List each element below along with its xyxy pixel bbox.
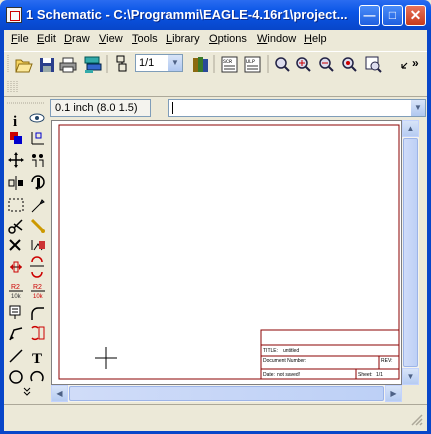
paste-icon[interactable] (30, 218, 45, 233)
gateswap-icon[interactable] (30, 256, 44, 278)
svg-text:ULP: ULP (246, 59, 255, 65)
more-tools-icon[interactable] (23, 387, 31, 396)
menu-edit[interactable]: Edit (37, 33, 56, 45)
redraw-icon[interactable] (342, 57, 357, 72)
zoom-in-icon[interactable] (296, 57, 311, 72)
svg-text:R2: R2 (33, 284, 42, 291)
drawing-frame (58, 124, 400, 380)
open-icon[interactable] (15, 59, 33, 73)
close-button[interactable]: ✕ (405, 5, 426, 26)
svg-text:R2: R2 (11, 284, 20, 291)
menu-draw[interactable]: Draw (64, 33, 90, 45)
save-icon[interactable] (40, 58, 54, 72)
toolbar-icons: SCR ULP (7, 55, 408, 73)
title-block-document-number-label: Document Number: (263, 358, 306, 364)
vertical-scrollbar[interactable]: ▲ ▼ (402, 120, 419, 385)
title-block-date-value: not saved! (277, 372, 300, 378)
invoke-icon[interactable] (31, 325, 45, 341)
add-icon[interactable] (31, 240, 45, 251)
zoom-fit-icon[interactable] (275, 57, 290, 72)
menu-bar: File Edit Draw View Tools Library Option… (4, 30, 427, 50)
scroll-up-button[interactable]: ▲ (402, 120, 419, 137)
sheet-icon[interactable] (116, 55, 127, 72)
menu-window[interactable]: Window (257, 33, 296, 45)
svg-text:10k: 10k (33, 294, 44, 300)
svg-text:10k: 10k (11, 294, 22, 300)
toolbar-overflow-icon[interactable]: » (412, 56, 419, 70)
title-block-title-label: TITLE: (263, 348, 278, 354)
miter-icon[interactable] (31, 307, 44, 320)
change-icon[interactable] (31, 199, 45, 213)
mark-icon[interactable] (31, 132, 44, 145)
script-icon[interactable]: SCR (221, 56, 238, 73)
title-block-sheet-value: 1/1 (376, 372, 383, 378)
smash-icon[interactable] (9, 305, 21, 319)
status-bar (4, 404, 427, 431)
scroll-left-button[interactable]: ◀ (51, 385, 68, 402)
show-icon[interactable] (29, 113, 45, 123)
value-tool-icon[interactable]: R2 10k (31, 284, 45, 300)
title-block-sheet-label: Sheet: (358, 372, 372, 378)
delete-icon[interactable] (9, 239, 21, 251)
app-icon[interactable] (6, 7, 22, 23)
crosshair-cursor (95, 347, 117, 369)
command-line-input[interactable]: ▼ (168, 99, 426, 117)
svg-text:SCR: SCR (223, 59, 232, 65)
scroll-down-button[interactable]: ▼ (402, 368, 419, 385)
arc-icon[interactable] (30, 371, 44, 382)
move-icon[interactable] (8, 152, 24, 168)
title-block-title-value: untitled (283, 348, 299, 354)
copy-icon[interactable] (32, 154, 44, 167)
svg-text:T: T (32, 351, 42, 367)
horizontal-scrollbar[interactable]: ◀ ▶ (51, 385, 402, 402)
scroll-right-button[interactable]: ▶ (385, 385, 402, 402)
print-icon[interactable] (59, 57, 77, 73)
zoom-select-icon[interactable] (365, 56, 382, 73)
chevron-down-icon[interactable]: ▼ (411, 100, 425, 116)
circle-icon[interactable] (9, 370, 23, 384)
schematic-drawing: TITLE: untitled Document Number: REV: Da… (58, 124, 400, 380)
undo-icon[interactable] (401, 62, 408, 69)
text-icon[interactable]: T (32, 351, 42, 367)
cam-processor-icon[interactable] (84, 56, 102, 73)
zoom-out-icon[interactable] (319, 57, 334, 72)
window-frame-right (427, 30, 431, 434)
display-layers-icon[interactable] (10, 132, 22, 144)
grip-icon (7, 81, 18, 93)
menu-options[interactable]: Options (209, 33, 247, 45)
split-icon[interactable] (9, 327, 23, 341)
vertical-scroll-thumb[interactable] (403, 138, 418, 367)
minimize-button[interactable]: — (359, 5, 380, 26)
title-block-date-label: Date: (263, 372, 275, 378)
sheet-select[interactable]: 1/1 ▼ (135, 54, 183, 72)
cut-icon[interactable] (8, 219, 23, 234)
mirror-icon[interactable] (8, 176, 23, 190)
horizontal-scroll-thumb[interactable] (69, 386, 384, 401)
text-caret (172, 102, 173, 114)
pinswap-icon[interactable] (10, 261, 22, 273)
title-block-rev-label: REV: (381, 358, 392, 364)
menu-library[interactable]: Library (166, 33, 200, 45)
maximize-button[interactable]: □ (382, 5, 403, 26)
menu-view[interactable]: View (99, 33, 123, 45)
svg-text:i: i (13, 114, 17, 130)
menu-help[interactable]: Help (304, 33, 327, 45)
parameter-toolbar (4, 78, 427, 97)
window-title: 1 Schematic - C:\Programmi\EAGLE-4.16r1\… (26, 7, 348, 22)
info-icon[interactable]: i (13, 114, 17, 130)
name-tool-icon[interactable]: R2 10k (9, 284, 23, 300)
group-icon[interactable] (8, 198, 24, 212)
rotate-icon[interactable] (31, 175, 45, 190)
menu-tools[interactable]: Tools (132, 33, 158, 45)
resize-grip-icon[interactable] (411, 414, 423, 426)
use-library-icon[interactable] (193, 57, 208, 72)
tool-palette-icons: i R2 10k R2 10k T (7, 102, 45, 396)
chevron-down-icon[interactable]: ▼ (168, 55, 182, 71)
coordinate-display: 0.1 inch (8.0 1.5) (50, 99, 151, 117)
menu-file[interactable]: File (11, 33, 29, 45)
ulp-icon[interactable]: ULP (244, 56, 261, 73)
wire-icon[interactable] (9, 349, 23, 363)
